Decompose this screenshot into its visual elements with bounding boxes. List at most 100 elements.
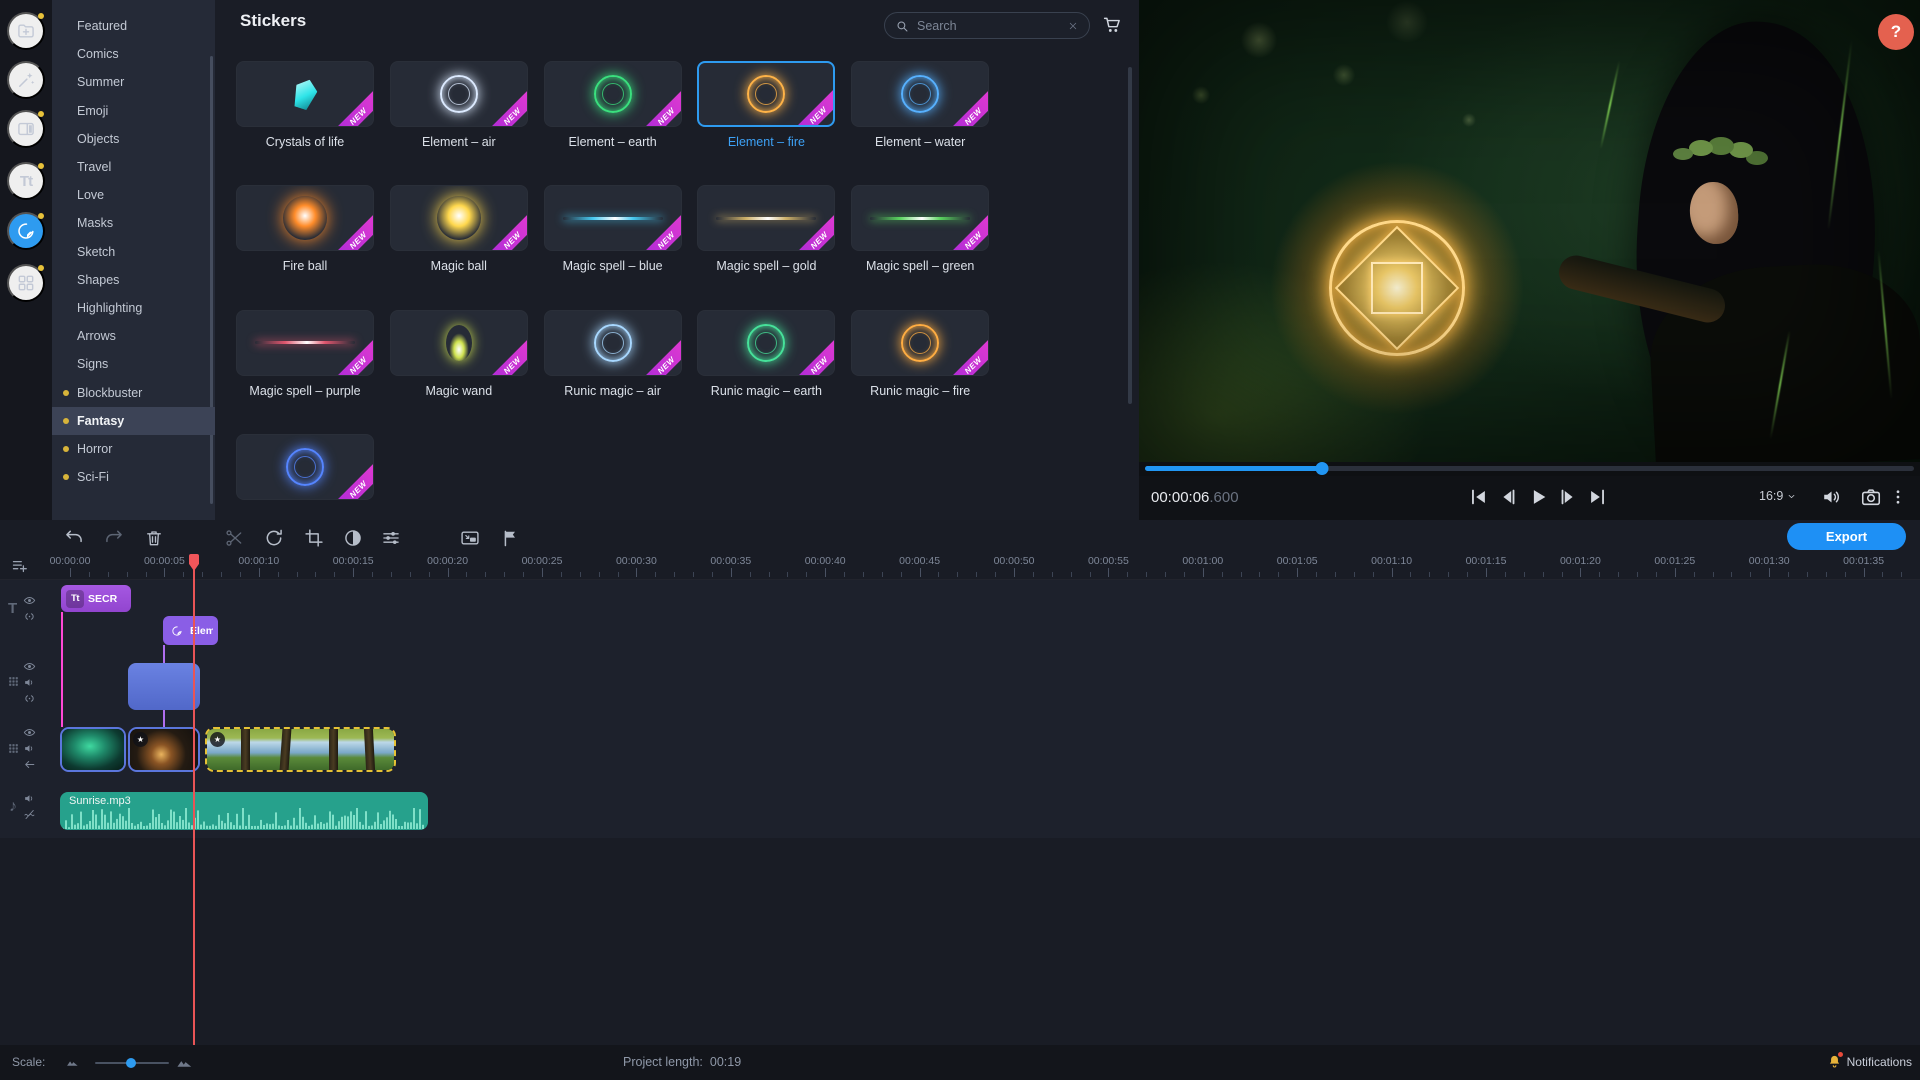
video-track-mute-icon[interactable] — [23, 742, 36, 755]
clip-properties-button[interactable] — [379, 527, 403, 551]
sticker-tile-magic-spell-green[interactable]: NEW — [851, 185, 990, 252]
aspect-ratio-selector[interactable]: 16:9 — [1759, 489, 1796, 503]
sticker-tile-element-fire[interactable]: NEW — [697, 61, 836, 127]
sticker-tile-runic-magic-earth[interactable]: NEW — [697, 309, 836, 376]
overlay-track-link-icon[interactable] — [23, 692, 36, 705]
category-item-comics[interactable]: Comics — [52, 40, 215, 68]
more-options-button[interactable] — [1889, 485, 1907, 511]
sticker-tile-item[interactable]: NEW — [236, 433, 374, 500]
more-tools-button[interactable] — [7, 264, 45, 302]
next-frame-button[interactable] — [1555, 485, 1581, 511]
category-item-fantasy[interactable]: Fantasy — [52, 406, 215, 435]
audio-clip[interactable]: Sunrise.mp3 — [60, 792, 428, 830]
marker-button[interactable] — [498, 527, 522, 551]
ruler-label: 00:01:10 — [1371, 555, 1413, 567]
export-button[interactable]: Export — [1787, 523, 1906, 550]
seek-bar-handle[interactable] — [1315, 462, 1329, 475]
delete-button[interactable] — [142, 527, 166, 551]
sticker-tile-magic-spell-gold[interactable]: NEW — [697, 185, 836, 252]
color-adjustments-button[interactable] — [341, 527, 365, 551]
title-clip[interactable]: Tt SECR — [61, 585, 131, 612]
search-input[interactable] — [917, 18, 1059, 33]
clear-search-icon[interactable] — [1067, 20, 1079, 32]
video-track-visibility-icon[interactable] — [23, 726, 36, 739]
playhead-line[interactable] — [193, 556, 195, 1045]
category-item-shapes[interactable]: Shapes — [52, 266, 215, 294]
cut-button[interactable] — [222, 527, 246, 551]
title-track-visibility-icon[interactable] — [23, 594, 36, 607]
category-item-highlighting[interactable]: Highlighting — [52, 294, 215, 322]
snapshot-button[interactable] — [1858, 485, 1884, 511]
category-item-sketch[interactable]: Sketch — [52, 238, 215, 266]
undo-button[interactable] — [62, 527, 86, 551]
sticker-tile-crystals-of-life[interactable]: NEW — [236, 61, 374, 127]
category-item-featured[interactable]: Featured — [52, 12, 215, 40]
filters-button[interactable] — [7, 61, 45, 99]
previous-frame-button[interactable] — [1495, 485, 1521, 511]
skip-to-end-button[interactable] — [1585, 485, 1611, 511]
audio-clip-label: Sunrise.mp3 — [69, 795, 131, 807]
category-label: Sci-Fi — [77, 470, 109, 485]
timeline-zoom-knob[interactable] — [126, 1058, 136, 1068]
category-item-masks[interactable]: Masks — [52, 209, 215, 237]
sticker-tile-element-water[interactable]: NEW — [851, 61, 990, 127]
crop-button[interactable] — [302, 527, 326, 551]
titles-button[interactable]: Tt — [7, 162, 45, 200]
sticker-tile-runic-magic-air[interactable]: NEW — [543, 309, 682, 376]
rotate-button[interactable] — [262, 527, 286, 551]
category-item-signs[interactable]: Signs — [52, 350, 215, 378]
sticker-clip[interactable]: Elem — [163, 616, 218, 645]
sliders-icon — [381, 528, 401, 548]
category-item-arrows[interactable]: Arrows — [52, 322, 215, 350]
video-track-arrow-icon[interactable] — [23, 758, 36, 771]
sticker-label: Element – air — [421, 135, 496, 149]
transitions-button[interactable] — [7, 110, 45, 148]
category-item-love[interactable]: Love — [52, 181, 215, 209]
sticker-tile-element-earth[interactable]: NEW — [543, 61, 682, 127]
store-cart-button[interactable] — [1099, 13, 1125, 39]
skip-to-start-button[interactable] — [1465, 485, 1491, 511]
video-clip-1[interactable] — [60, 727, 126, 772]
panel-scrollbar[interactable] — [1128, 67, 1132, 404]
title-track-link-icon[interactable] — [23, 610, 36, 623]
category-item-horror[interactable]: Horror — [52, 435, 215, 463]
sticker-tile-element-air[interactable]: NEW — [389, 61, 528, 127]
play-button[interactable] — [1525, 485, 1551, 511]
help-button[interactable]: ? — [1878, 14, 1914, 50]
search-box[interactable] — [884, 12, 1090, 39]
overlay-track-mute-icon[interactable] — [23, 676, 36, 689]
category-item-summer[interactable]: Summer — [52, 68, 215, 96]
timeline-ruler[interactable]: 00:00:00 00:00:05 00:00:10 00:00:15 00:00:20… — [0, 554, 1920, 580]
category-item-objects[interactable]: Objects — [52, 125, 215, 153]
sticker-tile-magic-wand[interactable]: NEW — [389, 309, 528, 376]
stickers-button[interactable] — [7, 212, 45, 250]
seek-bar[interactable] — [1145, 462, 1914, 475]
add-track-button[interactable] — [11, 557, 28, 574]
audio-track-sync-icon[interactable] — [23, 808, 36, 821]
overlay-clip[interactable] — [128, 663, 200, 710]
video-clip-3-selected[interactable]: ★ — [205, 727, 396, 772]
category-item-sci-fi[interactable]: Sci-Fi — [52, 463, 215, 491]
sticker-tile-magic-spell-blue[interactable]: NEW — [543, 185, 682, 252]
overlay-track-visibility-icon[interactable] — [23, 660, 36, 673]
overlay-button[interactable] — [458, 527, 482, 551]
notifications-button[interactable]: Notifications — [1827, 1052, 1912, 1069]
sticker-tile-runic-magic-fire[interactable]: NEW — [851, 309, 990, 376]
star-badge: ★ — [210, 732, 225, 747]
zoom-in-icon[interactable] — [176, 1054, 193, 1071]
sticker-tile-fire-ball[interactable]: NEW — [236, 185, 374, 252]
sticker-label: Magic spell – purple — [249, 383, 361, 398]
category-item-travel[interactable]: Travel — [52, 153, 215, 181]
audio-waveform — [62, 808, 424, 829]
audio-track-mute-icon[interactable] — [23, 792, 36, 805]
sticker-tile-magic-ball[interactable]: NEW — [389, 185, 528, 252]
volume-button[interactable] — [1819, 485, 1845, 511]
redo-button[interactable] — [102, 527, 126, 551]
zoom-out-icon[interactable] — [66, 1056, 79, 1069]
video-clip-2[interactable]: ★ — [128, 727, 200, 772]
category-item-emoji[interactable]: Emoji — [52, 97, 215, 125]
sticker-label: Magic spell – gold — [716, 259, 817, 274]
sticker-tile-magic-spell-purple[interactable]: NEW — [236, 309, 374, 376]
import-media-button[interactable] — [7, 12, 45, 50]
category-item-blockbuster[interactable]: Blockbuster — [52, 379, 215, 407]
